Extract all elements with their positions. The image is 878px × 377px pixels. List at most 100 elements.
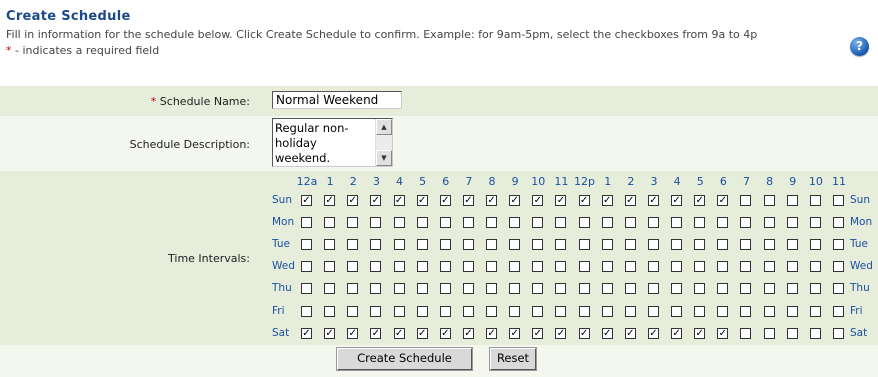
time-checkbox[interactable] (832, 217, 844, 229)
time-checkbox[interactable]: ✓ (717, 195, 729, 206)
time-checkbox[interactable]: ✓ (601, 327, 613, 339)
time-checkbox[interactable]: ✓ (532, 327, 544, 339)
time-checkbox[interactable] (370, 239, 382, 251)
time-checkbox[interactable] (786, 217, 798, 229)
time-checkbox[interactable]: ✓ (347, 327, 359, 339)
time-checkbox[interactable]: ✓ (671, 195, 683, 206)
time-checkbox[interactable] (509, 305, 521, 317)
time-checkbox[interactable]: ✓ (486, 327, 498, 339)
time-checkbox[interactable] (809, 239, 821, 251)
time-checkbox[interactable] (647, 261, 659, 273)
time-checkbox[interactable] (717, 239, 729, 251)
time-checkbox[interactable] (370, 217, 382, 229)
time-checkbox[interactable] (301, 239, 312, 251)
time-checkbox[interactable]: ✓ (647, 195, 659, 206)
time-checkbox[interactable] (555, 305, 567, 317)
time-checkbox[interactable] (439, 239, 451, 251)
time-checkbox[interactable] (532, 261, 544, 273)
time-checkbox[interactable]: ✓ (486, 195, 498, 206)
time-checkbox[interactable] (671, 239, 683, 251)
time-checkbox[interactable] (786, 305, 798, 317)
time-checkbox[interactable] (439, 283, 451, 295)
time-checkbox[interactable]: ✓ (439, 327, 451, 339)
schedule-name-input[interactable] (272, 91, 402, 109)
time-checkbox[interactable]: ✓ (324, 327, 336, 339)
time-checkbox[interactable]: ✓ (671, 327, 683, 339)
time-checkbox[interactable] (694, 283, 706, 295)
time-checkbox[interactable] (647, 283, 659, 295)
time-checkbox[interactable] (647, 217, 659, 229)
time-checkbox[interactable] (347, 261, 359, 273)
time-checkbox[interactable] (832, 305, 844, 317)
schedule-description-textarea[interactable]: Regular non-holiday weekend. ▲ ▼ (272, 118, 393, 167)
time-checkbox[interactable]: ✓ (578, 327, 590, 339)
time-checkbox[interactable]: ✓ (324, 195, 336, 206)
time-checkbox[interactable] (624, 261, 636, 273)
time-checkbox[interactable] (578, 239, 590, 251)
time-checkbox[interactable] (509, 283, 521, 295)
time-checkbox[interactable] (301, 261, 312, 273)
time-checkbox[interactable]: ✓ (532, 195, 544, 206)
time-checkbox[interactable] (786, 283, 798, 295)
time-checkbox[interactable] (601, 239, 613, 251)
time-checkbox[interactable] (462, 217, 474, 229)
time-checkbox[interactable]: ✓ (393, 195, 405, 206)
time-checkbox[interactable] (416, 305, 428, 317)
time-checkbox[interactable] (786, 239, 798, 251)
time-checkbox[interactable] (393, 283, 405, 295)
time-checkbox[interactable] (324, 261, 336, 273)
scroll-down-icon[interactable]: ▼ (376, 150, 392, 166)
time-checkbox[interactable] (809, 261, 821, 273)
time-checkbox[interactable] (624, 217, 636, 229)
time-checkbox[interactable] (624, 283, 636, 295)
time-checkbox[interactable] (624, 305, 636, 317)
time-checkbox[interactable] (486, 239, 498, 251)
time-checkbox[interactable] (694, 261, 706, 273)
time-checkbox[interactable]: ✓ (301, 327, 312, 339)
time-checkbox[interactable] (763, 327, 775, 339)
time-checkbox[interactable] (301, 283, 312, 295)
time-checkbox[interactable] (555, 239, 567, 251)
time-checkbox[interactable] (486, 305, 498, 317)
time-checkbox[interactable] (740, 283, 752, 295)
time-checkbox[interactable]: ✓ (624, 327, 636, 339)
time-checkbox[interactable] (301, 305, 312, 317)
scroll-up-icon[interactable]: ▲ (376, 119, 392, 135)
time-checkbox[interactable] (832, 261, 844, 273)
time-checkbox[interactable] (462, 283, 474, 295)
time-checkbox[interactable] (439, 261, 451, 273)
time-checkbox[interactable] (809, 195, 821, 206)
time-checkbox[interactable]: ✓ (509, 327, 521, 339)
time-checkbox[interactable] (578, 305, 590, 317)
time-checkbox[interactable] (717, 217, 729, 229)
time-checkbox[interactable] (740, 327, 752, 339)
time-checkbox[interactable] (532, 305, 544, 317)
time-checkbox[interactable]: ✓ (647, 327, 659, 339)
time-checkbox[interactable] (370, 283, 382, 295)
time-checkbox[interactable] (555, 217, 567, 229)
time-checkbox[interactable] (462, 305, 474, 317)
time-checkbox[interactable] (486, 217, 498, 229)
time-checkbox[interactable] (694, 239, 706, 251)
time-checkbox[interactable]: ✓ (509, 195, 521, 206)
time-checkbox[interactable] (647, 239, 659, 251)
time-checkbox[interactable] (832, 195, 844, 206)
time-checkbox[interactable] (717, 261, 729, 273)
time-checkbox[interactable] (439, 217, 451, 229)
time-checkbox[interactable] (509, 239, 521, 251)
time-checkbox[interactable]: ✓ (624, 195, 636, 206)
time-checkbox[interactable] (324, 217, 336, 229)
time-checkbox[interactable] (486, 261, 498, 273)
time-checkbox[interactable] (786, 195, 798, 206)
time-checkbox[interactable] (832, 239, 844, 251)
time-checkbox[interactable] (786, 327, 798, 339)
time-checkbox[interactable] (671, 305, 683, 317)
time-checkbox[interactable] (486, 283, 498, 295)
time-checkbox[interactable] (694, 217, 706, 229)
time-checkbox[interactable] (601, 305, 613, 317)
time-checkbox[interactable] (763, 217, 775, 229)
time-checkbox[interactable] (740, 261, 752, 273)
time-checkbox[interactable] (393, 305, 405, 317)
time-checkbox[interactable]: ✓ (393, 327, 405, 339)
time-checkbox[interactable] (740, 305, 752, 317)
